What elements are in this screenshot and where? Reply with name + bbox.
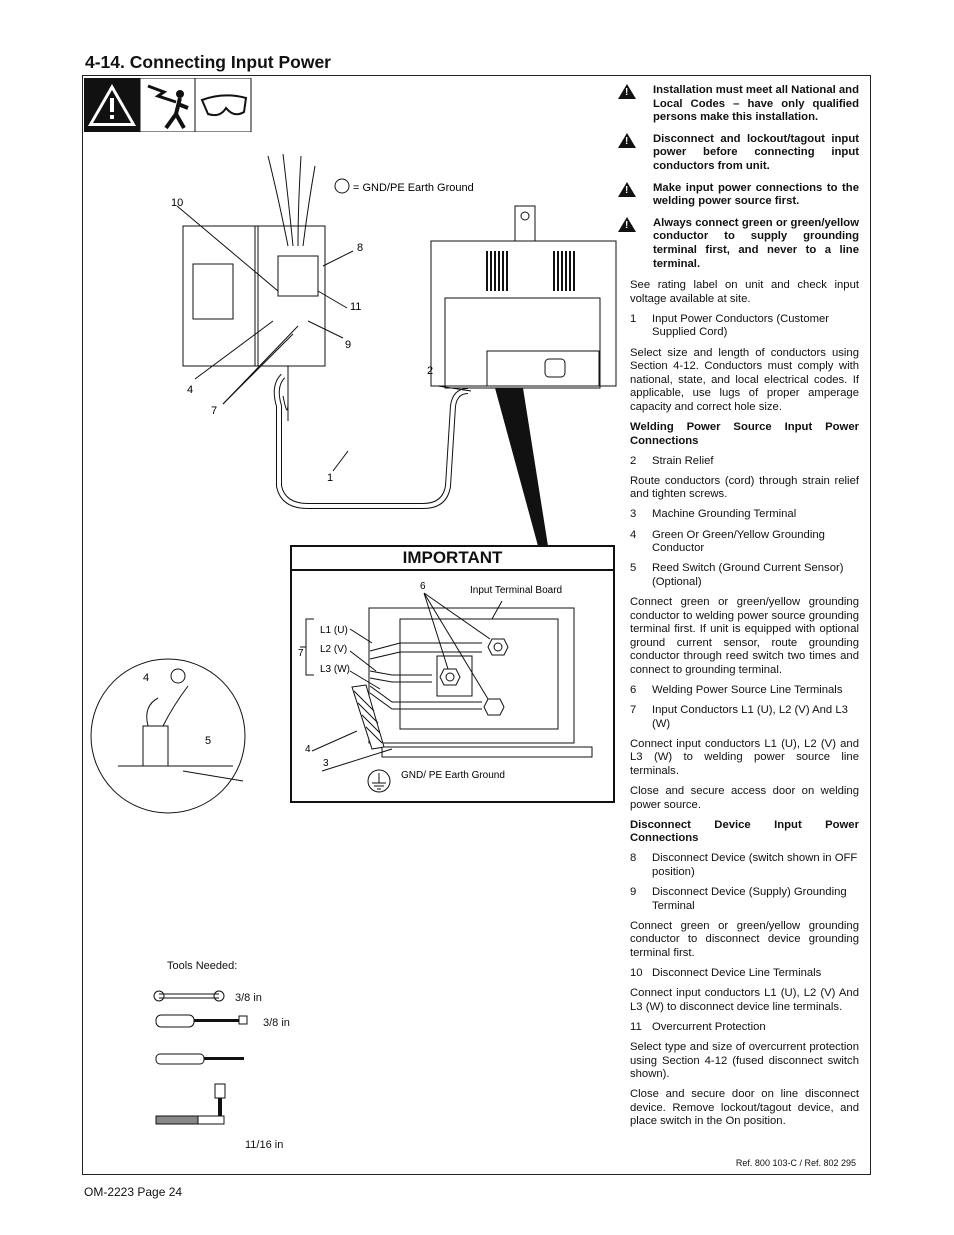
svg-text:L3 (W): L3 (W) bbox=[320, 664, 350, 675]
warning-4: Always connect green or green/yellow con… bbox=[618, 216, 859, 271]
nut-driver-icon bbox=[155, 1014, 248, 1028]
svg-text:4: 4 bbox=[143, 672, 149, 684]
warning-icon bbox=[618, 181, 636, 197]
section-heading: Disconnect Device Input Power Connection… bbox=[630, 818, 859, 845]
warning-icon bbox=[618, 84, 636, 100]
list-item: 8 Disconnect Device (switch shown in OFF … bbox=[630, 852, 858, 878]
zoom-pointer bbox=[495, 388, 548, 546]
list-item: 5 Reed Switch (Ground Current Sensor) (Op… bbox=[630, 562, 844, 588]
list-item: 3 Machine Grounding Terminal bbox=[630, 508, 797, 521]
list-item: 2 Strain Relief bbox=[630, 454, 714, 467]
page-title: 4-14. Connecting Input Power bbox=[85, 52, 331, 72]
important-box: IMPORTANT 6 Input Terminal Board L1 (U) … bbox=[290, 545, 615, 803]
tool-icons bbox=[153, 990, 248, 1125]
svg-text:3: 3 bbox=[323, 758, 329, 769]
warning-icon bbox=[618, 216, 636, 232]
disconnect-door bbox=[182, 225, 259, 367]
list-item: 9 Disconnect Device (Supply) Grounding Te… bbox=[630, 886, 847, 912]
ratchet-socket-icon bbox=[155, 1083, 226, 1125]
reference-number: Ref. 800 103-C / Ref. 802 295 bbox=[735, 1158, 856, 1168]
svg-text:5: 5 bbox=[205, 735, 211, 747]
instructions-column: Installation must meet all National and … bbox=[618, 84, 859, 1136]
list-item: 10 Disconnect Device Line Terminals bbox=[630, 967, 822, 980]
important-heading: IMPORTANT bbox=[292, 547, 613, 571]
page-footer: OM-2223 Page 24 bbox=[84, 1185, 183, 1199]
svg-text:6: 6 bbox=[420, 581, 426, 592]
paragraph: Close and secure access door on welding … bbox=[630, 785, 859, 811]
list-item: 6 Welding Power Source Line Terminals bbox=[630, 683, 843, 696]
svg-text:GND/ PE Earth Ground: GND/ PE Earth Ground bbox=[401, 770, 505, 781]
paragraph: Connect green or green/yellow grounding … bbox=[630, 595, 859, 676]
paragraph: Connect green or green/yellow grounding … bbox=[630, 919, 859, 959]
paragraph: Select type and size of overcurrent prot… bbox=[630, 1040, 859, 1081]
paragraph: Route conductors (cord) through strain r… bbox=[630, 474, 859, 501]
svg-text:11: 11 bbox=[350, 301, 361, 313]
tool-size-ratchet: 11/16 in bbox=[245, 1139, 284, 1151]
svg-text:L1 (U): L1 (U) bbox=[320, 625, 348, 636]
ground-symbol-icon bbox=[334, 178, 350, 194]
paragraph: Connect input conductors L1 (U), L2 (V) … bbox=[630, 737, 859, 777]
svg-text:2: 2 bbox=[427, 365, 433, 377]
warning-icon bbox=[618, 132, 636, 148]
tools-needed-label: Tools Needed: bbox=[167, 960, 238, 972]
svg-text:7: 7 bbox=[211, 405, 217, 417]
wrench-icon bbox=[153, 990, 225, 1002]
svg-text:9: 9 bbox=[345, 339, 351, 351]
list-item: 7 Input Conductors L1 (U), L2 (V) And L3 … bbox=[630, 704, 848, 730]
tool-size-nut-driver: 3/8 in bbox=[263, 1017, 290, 1029]
svg-text:= GND/PE Earth Ground: = GND/PE Earth Ground bbox=[353, 182, 474, 194]
svg-text:7: 7 bbox=[298, 648, 304, 659]
paragraph: Connect input conductors L1 (U), L2 (V) … bbox=[630, 987, 859, 1013]
list-item: 11 Overcurrent Protection bbox=[630, 1020, 766, 1033]
svg-text:Input Terminal Board: Input Terminal Board bbox=[470, 585, 562, 596]
svg-text:4: 4 bbox=[187, 384, 193, 396]
warning-3: Make input power connections to the weld… bbox=[618, 181, 859, 209]
list-item: 1 Input Power Conductors (Customer Suppli… bbox=[630, 312, 830, 339]
tool-size-wrench: 3/8 in bbox=[235, 992, 262, 1004]
svg-text:L2 (V): L2 (V) bbox=[320, 644, 347, 655]
welding-power-source bbox=[430, 240, 617, 387]
svg-text:1: 1 bbox=[327, 472, 333, 484]
list-item: 4 Green Or Green/Yellow Grounding Conduct… bbox=[630, 528, 825, 555]
paragraph: Close and secure door on line disconnect… bbox=[630, 1088, 859, 1128]
paragraph: See rating label on unit and check input… bbox=[630, 279, 859, 305]
svg-text:4: 4 bbox=[305, 744, 311, 755]
screwdriver-icon bbox=[155, 1053, 244, 1065]
paragraph: Select size and length of conductors usi… bbox=[630, 346, 859, 413]
warning-1: Installation must meet all National and … bbox=[618, 84, 859, 125]
svg-text:8: 8 bbox=[357, 242, 363, 254]
terminal-board-diagram: 6 Input Terminal Board L1 (U) L2 (V) L3 … bbox=[298, 581, 593, 793]
warning-2: Disconnect and lockout/tagout input powe… bbox=[618, 132, 859, 174]
svg-text:10: 10 bbox=[171, 197, 183, 209]
section-heading: Welding Power Source Input Power Connect… bbox=[630, 420, 859, 447]
